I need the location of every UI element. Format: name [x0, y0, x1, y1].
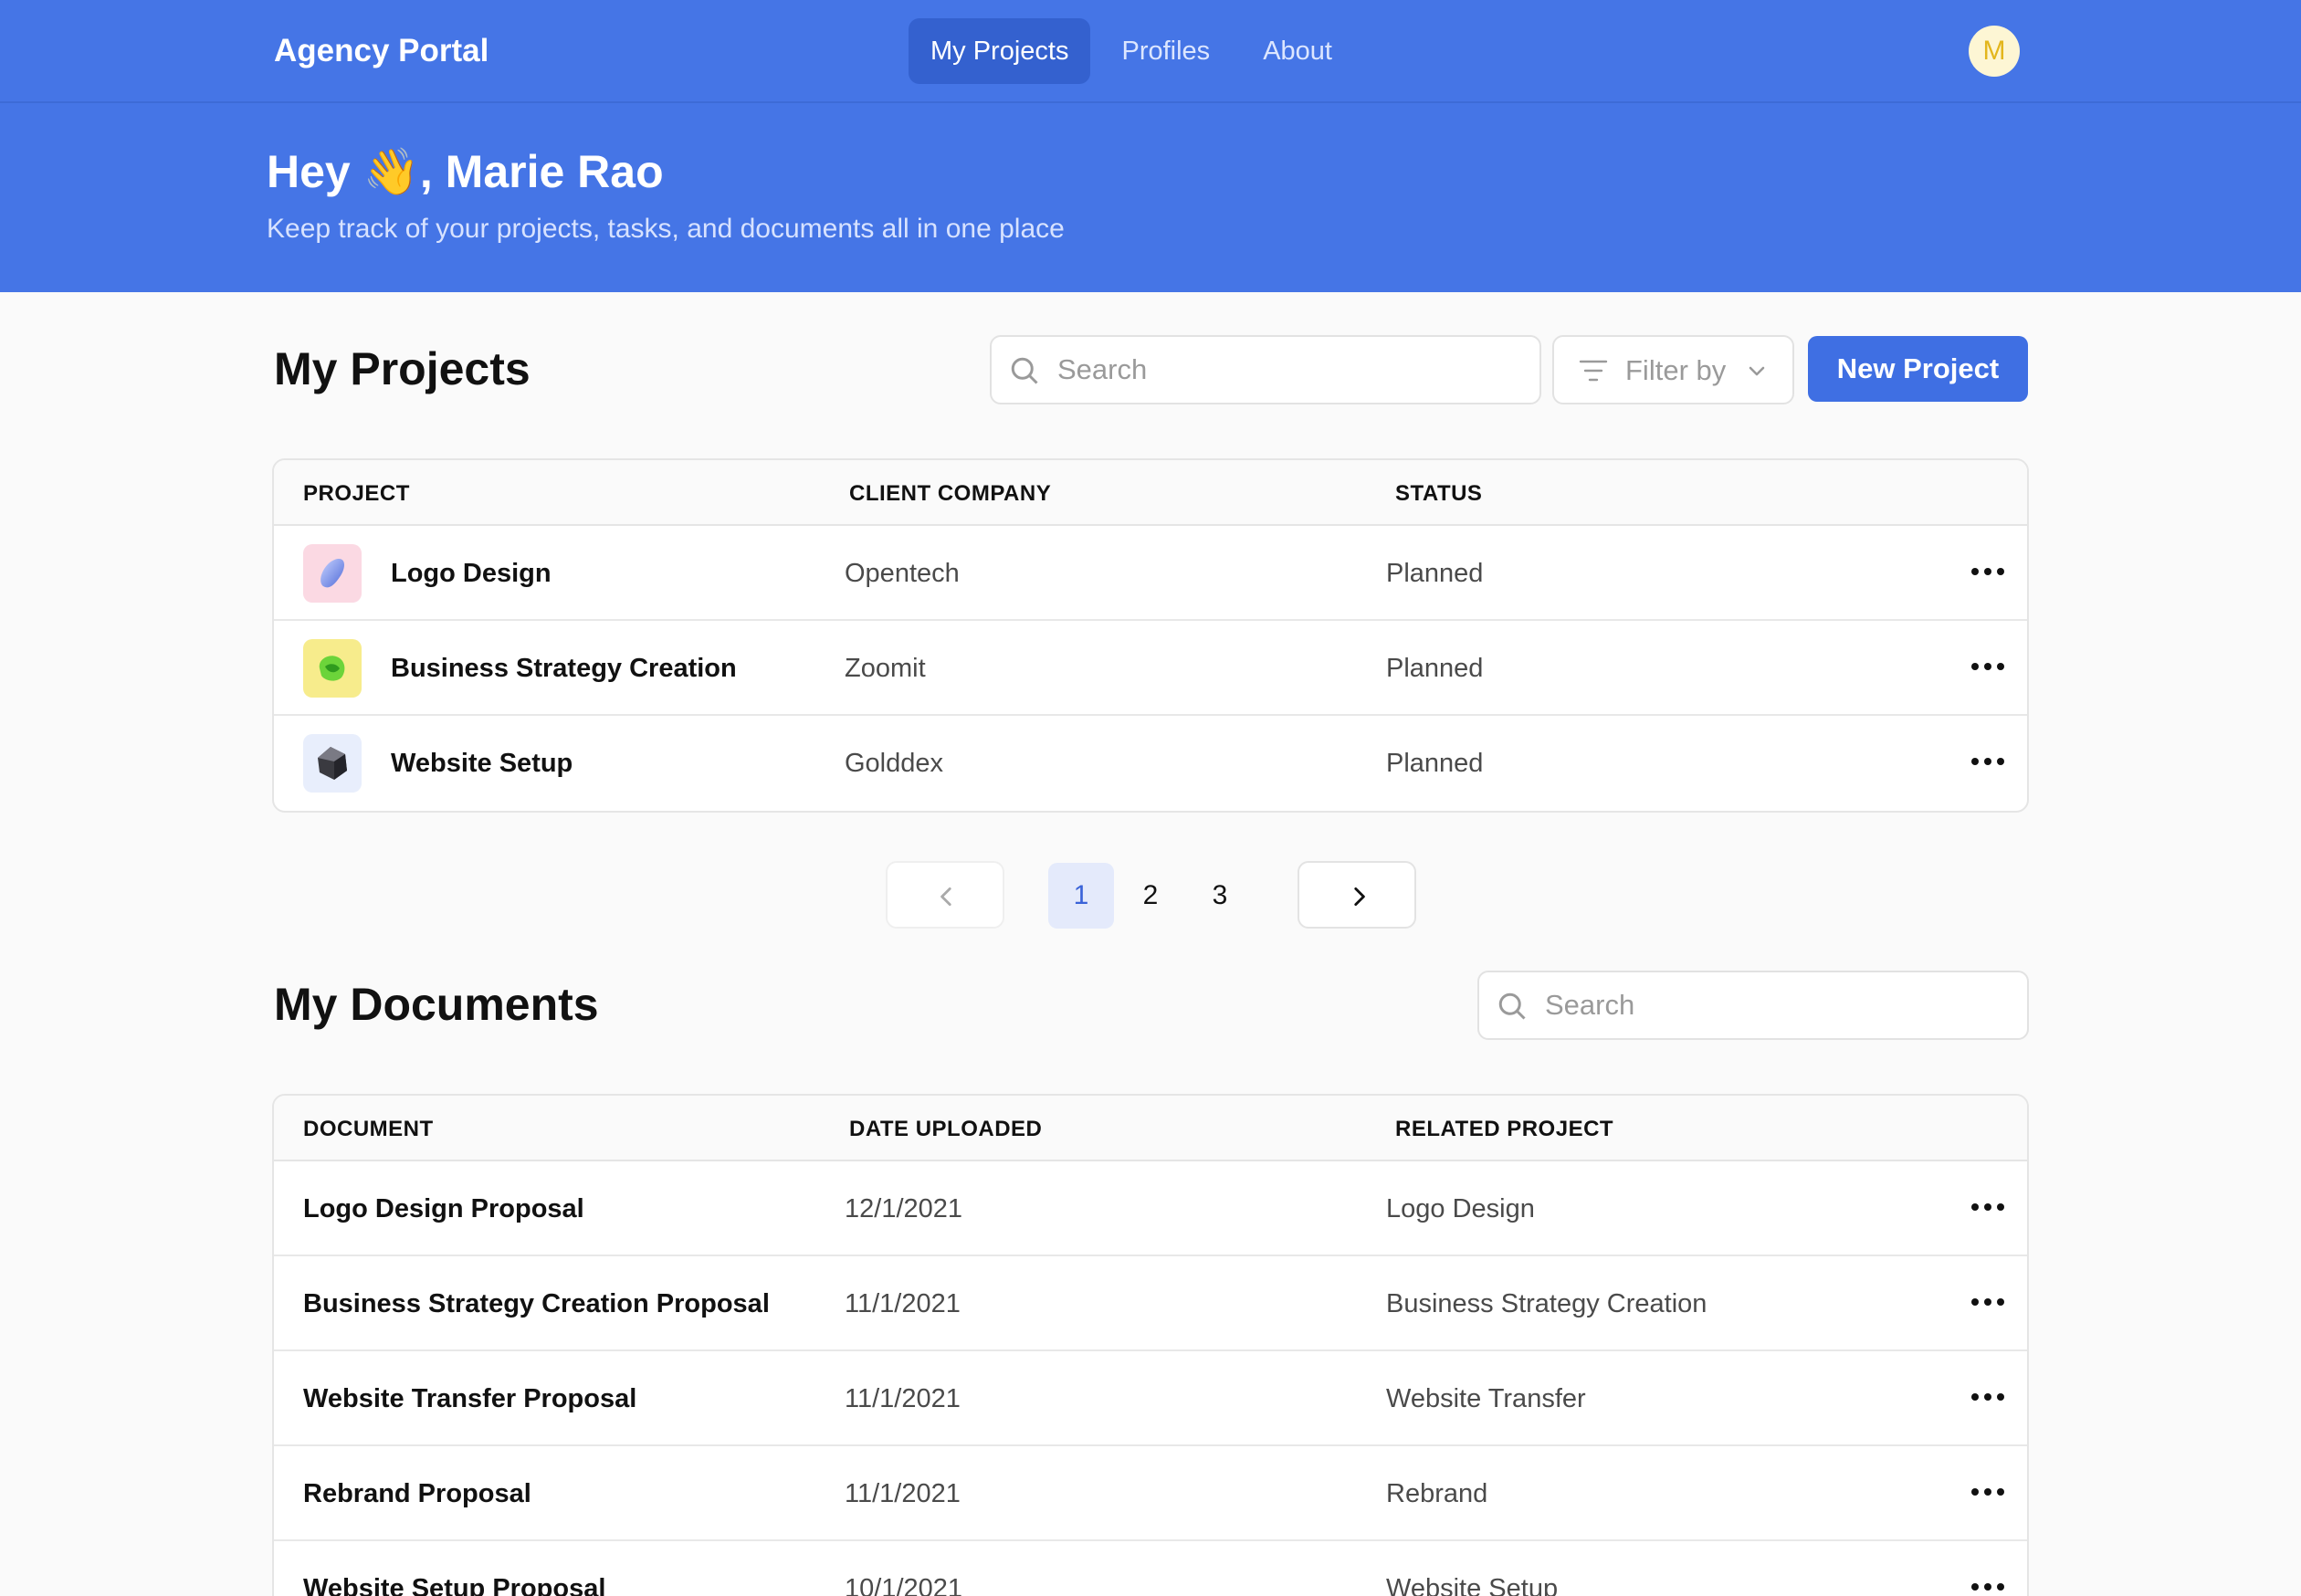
page-3-button[interactable]: 3 [1187, 863, 1253, 929]
project-status: Planned [1386, 654, 1484, 683]
related-project: Website Setup [1386, 1574, 1559, 1596]
documents-table-header: DOCUMENT DATE UPLOADED RELATED PROJECT [274, 1096, 2027, 1161]
greeting-prefix: Hey [267, 146, 363, 197]
document-name[interactable]: Website Setup Proposal [303, 1570, 605, 1596]
business-strategy-icon [303, 639, 362, 698]
main-nav: My Projects Profiles About [909, 18, 1354, 84]
documents-search-box[interactable] [1477, 971, 2029, 1040]
projects-section-title: My Projects [274, 343, 531, 394]
page-1-button[interactable]: 1 [1048, 863, 1114, 929]
table-row[interactable]: Website Setup Proposal 10/1/2021 Website… [274, 1541, 2027, 1596]
projects-search-box[interactable] [990, 335, 1541, 404]
projects-table-header: PROJECT CLIENT COMPANY STATUS [274, 460, 2027, 526]
more-options-icon[interactable] [1968, 1284, 2008, 1320]
chevron-left-icon [940, 887, 951, 907]
header: Agency Portal My Projects Profiles About… [0, 0, 2301, 292]
more-options-icon[interactable] [1968, 648, 2008, 685]
table-row[interactable]: Business Strategy Creation Proposal 11/1… [274, 1256, 2027, 1351]
table-row[interactable]: Logo Design Opentech Planned [274, 526, 2027, 621]
more-options-icon[interactable] [1968, 1379, 2008, 1415]
projects-search-input[interactable] [1057, 350, 1441, 390]
client-company: Zoomit [845, 654, 926, 683]
project-status: Planned [1386, 749, 1484, 778]
documents-search-input[interactable] [1545, 985, 1928, 1025]
greeting-heading: Hey 👋, Marie Rao [267, 142, 664, 202]
user-avatar[interactable]: M [1969, 26, 2020, 77]
top-navbar: Agency Portal My Projects Profiles About… [0, 0, 2301, 103]
nav-about[interactable]: About [1241, 18, 1354, 84]
page-2-button[interactable]: 2 [1118, 863, 1183, 929]
column-header-status: STATUS [1395, 481, 1483, 506]
waving-hand-icon: 👋 [362, 145, 420, 198]
document-name[interactable]: Logo Design Proposal [303, 1191, 584, 1227]
search-icon [1498, 992, 1526, 1020]
client-company: Golddex [845, 749, 944, 778]
project-name[interactable]: Logo Design [391, 555, 552, 592]
column-header-related-project: RELATED PROJECT [1395, 1117, 1614, 1141]
column-header-date-uploaded: DATE UPLOADED [849, 1117, 1043, 1141]
table-row[interactable]: Business Strategy Creation Zoomit Planne… [274, 621, 2027, 716]
table-row[interactable]: Rebrand Proposal 11/1/2021 Rebrand [274, 1446, 2027, 1541]
document-name[interactable]: Rebrand Proposal [303, 1475, 531, 1512]
related-project: Rebrand [1386, 1479, 1488, 1508]
table-row[interactable]: Logo Design Proposal 12/1/2021 Logo Desi… [274, 1161, 2027, 1256]
next-page-button[interactable] [1298, 861, 1416, 929]
projects-table: PROJECT CLIENT COMPANY STATUS Logo Desig… [272, 458, 2029, 813]
documents-table: DOCUMENT DATE UPLOADED RELATED PROJECT L… [272, 1094, 2029, 1596]
date-uploaded: 11/1/2021 [845, 1479, 961, 1508]
previous-page-button[interactable] [886, 861, 1004, 929]
column-header-document: DOCUMENT [303, 1117, 434, 1141]
more-options-icon[interactable] [1968, 743, 2008, 780]
date-uploaded: 11/1/2021 [845, 1384, 961, 1413]
project-status: Planned [1386, 559, 1484, 588]
related-project: Website Transfer [1386, 1384, 1586, 1413]
logo-design-icon [303, 544, 362, 603]
filter-by-dropdown[interactable]: Filter by [1552, 335, 1794, 404]
filter-by-label: Filter by [1625, 354, 1727, 386]
date-uploaded: 12/1/2021 [845, 1194, 963, 1223]
more-options-icon[interactable] [1968, 1474, 2008, 1510]
filter-icon [1579, 360, 1608, 382]
nav-profiles[interactable]: Profiles [1099, 18, 1232, 84]
table-row[interactable]: Website Transfer Proposal 11/1/2021 Webs… [274, 1351, 2027, 1446]
website-setup-icon [303, 734, 362, 793]
nav-my-projects[interactable]: My Projects [909, 18, 1091, 84]
documents-section-title: My Documents [274, 979, 599, 1030]
more-options-icon[interactable] [1968, 553, 2008, 590]
date-uploaded: 11/1/2021 [845, 1289, 961, 1318]
project-name[interactable]: Website Setup [391, 745, 573, 782]
client-company: Opentech [845, 559, 960, 588]
related-project: Logo Design [1386, 1194, 1535, 1223]
table-row[interactable]: Website Setup Golddex Planned [274, 716, 2027, 811]
more-options-icon[interactable] [1968, 1569, 2008, 1596]
column-header-client-company: CLIENT COMPANY [849, 481, 1052, 506]
chevron-down-icon [1749, 366, 1765, 376]
project-name[interactable]: Business Strategy Creation [391, 650, 737, 687]
date-uploaded: 10/1/2021 [845, 1574, 963, 1596]
new-project-button[interactable]: New Project [1808, 336, 2028, 402]
related-project: Business Strategy Creation [1386, 1289, 1707, 1318]
column-header-project: PROJECT [303, 481, 410, 506]
greeting-user-name: , Marie Rao [419, 146, 664, 197]
brand-logo[interactable]: Agency Portal [274, 29, 489, 73]
chevron-right-icon [1354, 887, 1365, 907]
greeting-subtitle: Keep track of your projects, tasks, and … [267, 214, 1065, 244]
document-name[interactable]: Business Strategy Creation Proposal [303, 1286, 770, 1322]
search-icon [1011, 357, 1038, 384]
more-options-icon[interactable] [1968, 1189, 2008, 1225]
document-name[interactable]: Website Transfer Proposal [303, 1381, 636, 1417]
